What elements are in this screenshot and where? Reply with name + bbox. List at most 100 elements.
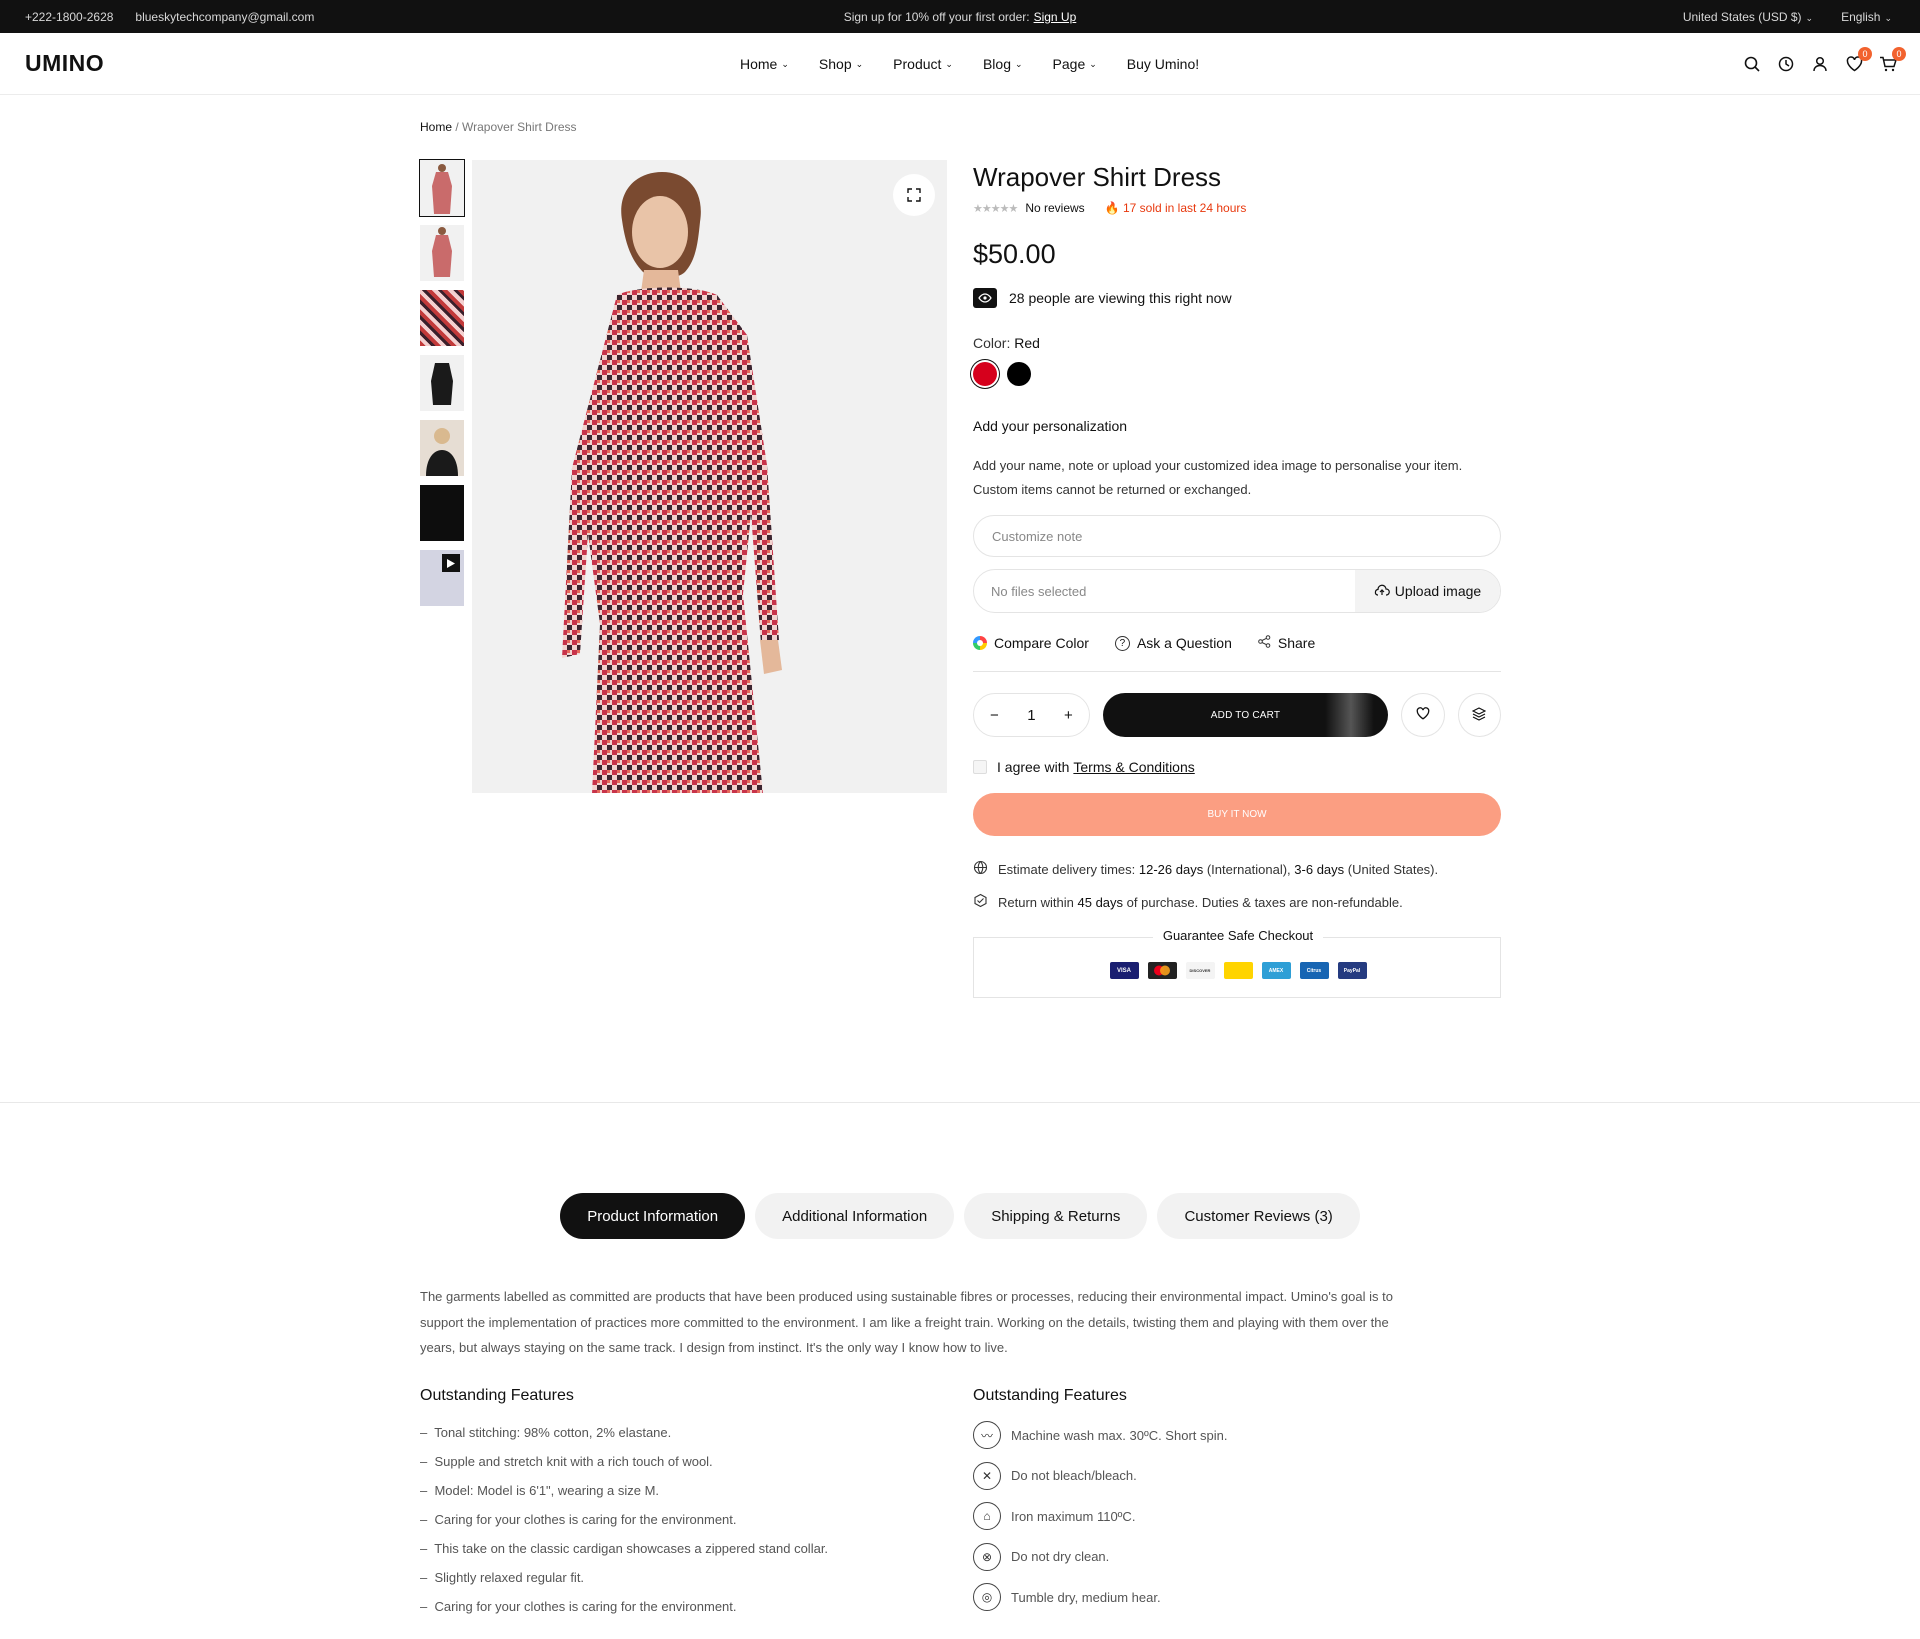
chevron-down-icon: ⌄: [945, 58, 953, 69]
return-info: Return within 45 days of purchase. Dutie…: [973, 893, 1501, 911]
product-info: Wrapover Shirt Dress ★★★★★ No reviews 🔥 …: [973, 160, 1501, 998]
thumbnail-6[interactable]: [420, 485, 464, 541]
ask-question-button[interactable]: ? Ask a Question: [1114, 635, 1232, 651]
main-product-image[interactable]: [472, 160, 947, 793]
color-swatch-red[interactable]: [973, 362, 997, 386]
breadcrumb: Home / Wrapover Shirt Dress: [420, 120, 577, 134]
nav-page[interactable]: Page ⌄: [1053, 56, 1097, 72]
features-title: Outstanding Features: [420, 1387, 574, 1404]
thumbnail-3[interactable]: [420, 290, 464, 346]
share-button[interactable]: Share: [1258, 635, 1315, 651]
wishlist-icon[interactable]: 0: [1844, 47, 1872, 74]
section-divider: [0, 1102, 1920, 1103]
add-to-wishlist-button[interactable]: [1401, 693, 1445, 737]
upload-image-button[interactable]: Upload image: [1355, 570, 1500, 612]
main-nav: Home ⌄ Shop ⌄ Product ⌄ Blog ⌄ Page ⌄ Buy Umi…: [740, 33, 1199, 95]
nav-shop[interactable]: Shop ⌄: [819, 56, 863, 72]
selected-color: Red: [1014, 335, 1040, 351]
list-item: – This take on the classic cardigan show…: [420, 1541, 829, 1556]
thumbnail-video[interactable]: [420, 550, 464, 606]
add-to-cart-button[interactable]: ADD TO CART: [1102, 693, 1389, 737]
no-bleach-icon: ✕: [973, 1461, 1001, 1490]
compare-color-button[interactable]: Compare Color: [973, 635, 1089, 651]
amex-icon: AMEX: [1261, 962, 1291, 979]
top-announcement-bar: +222-1800-2628 blueskytechcompany@gmail.…: [0, 0, 1920, 33]
signup-link[interactable]: Sign Up: [1034, 10, 1077, 24]
list-item: ⊗ Do not dry clean.: [973, 1537, 1473, 1578]
play-icon: [442, 554, 460, 572]
expand-icon[interactable]: [893, 174, 935, 216]
reviews-count[interactable]: No reviews: [1025, 201, 1084, 215]
divider: [973, 671, 1501, 672]
tab-product-information[interactable]: Product Information: [560, 1193, 746, 1239]
color-swatch-black[interactable]: [1007, 362, 1031, 386]
guarantee-title: Guarantee Safe Checkout: [1152, 928, 1324, 943]
guarantee-checkout-box: Guarantee Safe Checkout VISA DISCOVER AM…: [973, 928, 1502, 998]
search-icon[interactable]: [1742, 54, 1762, 74]
sold-count: 🔥 17 sold in last 24 hours: [1104, 201, 1247, 215]
currency-selector[interactable]: United States (USD $) ⌄: [1683, 10, 1813, 24]
heart-icon: [1416, 707, 1430, 723]
layers-icon: [1471, 706, 1487, 724]
terms-agreement: I agree with Terms & Conditions: [973, 759, 1501, 775]
chevron-down-icon: ⌄: [1805, 12, 1814, 23]
nav-blog[interactable]: Blog ⌄: [983, 56, 1023, 72]
quantity-stepper[interactable]: − 1 +: [973, 693, 1090, 737]
thumbnail-5[interactable]: [420, 420, 464, 476]
breadcrumb-home[interactable]: Home: [420, 120, 452, 134]
cart-count-badge: 0: [1892, 47, 1906, 61]
terms-checkbox[interactable]: [973, 760, 987, 774]
tab-additional-information[interactable]: Additional Information: [755, 1193, 955, 1239]
features-left: Outstanding Features – Tonal stitching: …: [420, 1387, 920, 1621]
tab-customer-reviews[interactable]: Customer Reviews (3): [1157, 1193, 1360, 1239]
cart-icon[interactable]: 0: [1878, 47, 1906, 74]
chevron-down-icon: ⌄: [781, 58, 789, 69]
personalization-description: Add your name, note or upload your custo…: [973, 458, 1463, 497]
bank-card-icon: [1223, 962, 1253, 979]
list-item: – Caring for your clothes is caring for …: [420, 1512, 737, 1527]
tab-shipping-returns[interactable]: Shipping & Returns: [964, 1193, 1148, 1239]
paypal-icon: PayPal: [1337, 962, 1367, 979]
recently-viewed-icon[interactable]: [1776, 54, 1796, 74]
list-item: – Tonal stitching: 98% cotton, 2% elasta…: [420, 1425, 672, 1440]
plus-icon[interactable]: +: [1064, 707, 1073, 724]
thumbnail-4[interactable]: [420, 355, 464, 411]
rating-stars[interactable]: ★★★★★: [973, 202, 1018, 215]
site-header: UMINO Home ⌄ Shop ⌄ Product ⌄ Blog ⌄ Page ⌄ B…: [0, 33, 1920, 95]
product-description: The garments labelled as committed are p…: [420, 1289, 1393, 1355]
visa-icon: VISA: [1109, 962, 1139, 979]
payment-methods: VISA DISCOVER AMEX Citrus PayPal: [974, 962, 1502, 979]
fire-icon: 🔥: [1104, 201, 1120, 215]
list-item: ✕ Do not bleach/bleach.: [973, 1456, 1473, 1497]
list-item: 〰 Machine wash max. 30ºC. Short spin.: [973, 1415, 1473, 1456]
terms-link[interactable]: Terms & Conditions: [1073, 759, 1194, 775]
wishlist-count-badge: 0: [1858, 47, 1872, 61]
color-label: Color: Red: [973, 335, 1040, 351]
thumbnail-2[interactable]: [420, 225, 464, 281]
language-selector[interactable]: English ⌄: [1841, 10, 1892, 24]
compare-button[interactable]: [1457, 693, 1501, 737]
logo[interactable]: UMINO: [25, 50, 104, 77]
customize-note-input[interactable]: Customize note: [973, 515, 1501, 557]
nav-buy-umino[interactable]: Buy Umino!: [1127, 56, 1199, 72]
globe-icon: [973, 860, 988, 878]
list-item: – Caring for your clothes is caring for …: [420, 1599, 737, 1614]
account-icon[interactable]: [1810, 54, 1830, 74]
file-upload-field[interactable]: No files selected Upload image: [973, 569, 1501, 613]
personalization-title: Add your personalization: [973, 418, 1128, 434]
buy-it-now-button[interactable]: BUY IT NOW: [973, 793, 1501, 836]
thumbnail-gallery: [419, 159, 465, 615]
nav-home[interactable]: Home ⌄: [740, 56, 789, 72]
chevron-down-icon: ⌄: [1884, 12, 1892, 23]
features-right: Outstanding Features 〰 Machine wash max. …: [973, 1387, 1473, 1618]
thumbnail-1[interactable]: [419, 159, 465, 217]
chevron-down-icon: ⌄: [1089, 58, 1097, 69]
list-item: – Supple and stretch knit with a rich to…: [420, 1454, 713, 1469]
list-item: ◎ Tumble dry, medium hear.: [973, 1577, 1473, 1618]
quantity-value[interactable]: 1: [1027, 707, 1035, 724]
list-item: ⌂ Iron maximum 110ºC.: [973, 1496, 1473, 1537]
minus-icon[interactable]: −: [990, 707, 999, 724]
features-title: Outstanding Features: [973, 1387, 1127, 1404]
chevron-down-icon: ⌄: [855, 58, 864, 69]
nav-product[interactable]: Product ⌄: [893, 56, 953, 72]
